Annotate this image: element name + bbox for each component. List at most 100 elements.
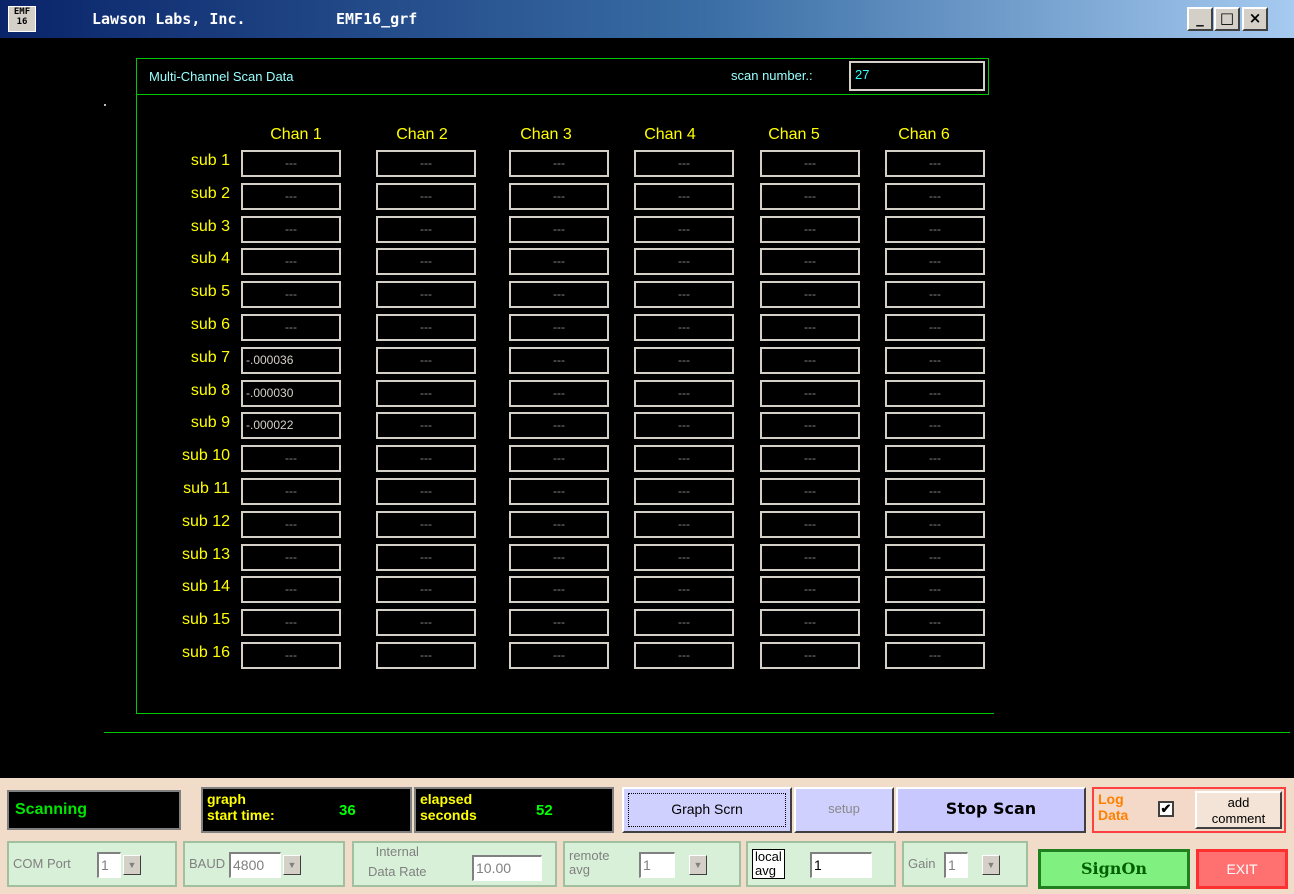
- value-cell-sub11-chan2[interactable]: ---: [376, 478, 476, 505]
- value-cell-sub3-chan6[interactable]: ---: [885, 216, 985, 243]
- value-cell-sub4-chan1[interactable]: ---: [241, 248, 341, 275]
- value-cell-sub6-chan3[interactable]: ---: [509, 314, 609, 341]
- value-cell-sub15-chan1[interactable]: ---: [241, 609, 341, 636]
- value-cell-sub12-chan1[interactable]: ---: [241, 511, 341, 538]
- value-cell-sub2-chan2[interactable]: ---: [376, 183, 476, 210]
- value-cell-sub12-chan5[interactable]: ---: [760, 511, 860, 538]
- signon-button[interactable]: SignOn: [1038, 849, 1190, 889]
- value-cell-sub16-chan1[interactable]: ---: [241, 642, 341, 669]
- value-cell-sub8-chan6[interactable]: ---: [885, 380, 985, 407]
- value-cell-sub1-chan3[interactable]: ---: [509, 150, 609, 177]
- value-cell-sub1-chan1[interactable]: ---: [241, 150, 341, 177]
- value-cell-sub6-chan1[interactable]: ---: [241, 314, 341, 341]
- value-cell-sub5-chan5[interactable]: ---: [760, 281, 860, 308]
- value-cell-sub15-chan3[interactable]: ---: [509, 609, 609, 636]
- value-cell-sub4-chan3[interactable]: ---: [509, 248, 609, 275]
- value-cell-sub2-chan6[interactable]: ---: [885, 183, 985, 210]
- value-cell-sub10-chan4[interactable]: ---: [634, 445, 734, 472]
- value-cell-sub16-chan4[interactable]: ---: [634, 642, 734, 669]
- value-cell-sub12-chan2[interactable]: ---: [376, 511, 476, 538]
- value-cell-sub11-chan1[interactable]: ---: [241, 478, 341, 505]
- value-cell-sub1-chan6[interactable]: ---: [885, 150, 985, 177]
- value-cell-sub11-chan4[interactable]: ---: [634, 478, 734, 505]
- value-cell-sub6-chan2[interactable]: ---: [376, 314, 476, 341]
- value-cell-sub11-chan5[interactable]: ---: [760, 478, 860, 505]
- value-cell-sub16-chan3[interactable]: ---: [509, 642, 609, 669]
- value-cell-sub6-chan5[interactable]: ---: [760, 314, 860, 341]
- value-cell-sub14-chan2[interactable]: ---: [376, 576, 476, 603]
- value-cell-sub8-chan1[interactable]: -.000030: [241, 380, 341, 407]
- value-cell-sub5-chan6[interactable]: ---: [885, 281, 985, 308]
- remote-avg-select[interactable]: 1: [639, 852, 675, 878]
- value-cell-sub3-chan4[interactable]: ---: [634, 216, 734, 243]
- value-cell-sub10-chan5[interactable]: ---: [760, 445, 860, 472]
- value-cell-sub14-chan5[interactable]: ---: [760, 576, 860, 603]
- data-rate-field[interactable]: 10.00: [472, 855, 542, 881]
- value-cell-sub9-chan4[interactable]: ---: [634, 412, 734, 439]
- value-cell-sub6-chan4[interactable]: ---: [634, 314, 734, 341]
- baud-dropdown-icon[interactable]: ▼: [283, 855, 301, 875]
- value-cell-sub16-chan6[interactable]: ---: [885, 642, 985, 669]
- value-cell-sub12-chan6[interactable]: ---: [885, 511, 985, 538]
- value-cell-sub9-chan2[interactable]: ---: [376, 412, 476, 439]
- maximize-button[interactable]: □: [1214, 7, 1240, 31]
- gain-dropdown-icon[interactable]: ▼: [982, 855, 1000, 875]
- value-cell-sub7-chan5[interactable]: ---: [760, 347, 860, 374]
- gain-select[interactable]: 1: [944, 852, 968, 878]
- graph-screen-button[interactable]: Graph Scrn: [622, 787, 792, 833]
- close-button[interactable]: ×: [1242, 7, 1268, 31]
- value-cell-sub10-chan3[interactable]: ---: [509, 445, 609, 472]
- value-cell-sub1-chan4[interactable]: ---: [634, 150, 734, 177]
- app-icon[interactable]: EMF 16: [8, 6, 36, 32]
- value-cell-sub2-chan3[interactable]: ---: [509, 183, 609, 210]
- value-cell-sub13-chan4[interactable]: ---: [634, 544, 734, 571]
- value-cell-sub14-chan3[interactable]: ---: [509, 576, 609, 603]
- value-cell-sub7-chan3[interactable]: ---: [509, 347, 609, 374]
- value-cell-sub7-chan6[interactable]: ---: [885, 347, 985, 374]
- remote-avg-dropdown-icon[interactable]: ▼: [689, 855, 707, 875]
- value-cell-sub6-chan6[interactable]: ---: [885, 314, 985, 341]
- value-cell-sub11-chan3[interactable]: ---: [509, 478, 609, 505]
- setup-button[interactable]: setup: [794, 787, 894, 833]
- exit-button[interactable]: EXIT: [1196, 849, 1288, 889]
- value-cell-sub8-chan3[interactable]: ---: [509, 380, 609, 407]
- value-cell-sub14-chan1[interactable]: ---: [241, 576, 341, 603]
- value-cell-sub12-chan4[interactable]: ---: [634, 511, 734, 538]
- com-port-select[interactable]: 1: [97, 852, 121, 878]
- value-cell-sub5-chan1[interactable]: ---: [241, 281, 341, 308]
- value-cell-sub13-chan1[interactable]: ---: [241, 544, 341, 571]
- value-cell-sub2-chan5[interactable]: ---: [760, 183, 860, 210]
- value-cell-sub13-chan5[interactable]: ---: [760, 544, 860, 571]
- value-cell-sub13-chan3[interactable]: ---: [509, 544, 609, 571]
- value-cell-sub15-chan2[interactable]: ---: [376, 609, 476, 636]
- value-cell-sub8-chan4[interactable]: ---: [634, 380, 734, 407]
- value-cell-sub15-chan6[interactable]: ---: [885, 609, 985, 636]
- value-cell-sub15-chan5[interactable]: ---: [760, 609, 860, 636]
- com-port-dropdown-icon[interactable]: ▼: [123, 855, 141, 875]
- value-cell-sub3-chan3[interactable]: ---: [509, 216, 609, 243]
- add-comment-button[interactable]: add comment: [1195, 791, 1282, 829]
- value-cell-sub5-chan3[interactable]: ---: [509, 281, 609, 308]
- value-cell-sub5-chan2[interactable]: ---: [376, 281, 476, 308]
- local-avg-field[interactable]: 1: [810, 852, 872, 878]
- value-cell-sub3-chan1[interactable]: ---: [241, 216, 341, 243]
- minimize-button[interactable]: _: [1187, 7, 1213, 31]
- value-cell-sub4-chan2[interactable]: ---: [376, 248, 476, 275]
- value-cell-sub9-chan6[interactable]: ---: [885, 412, 985, 439]
- scan-number-field[interactable]: 27: [849, 61, 985, 91]
- value-cell-sub1-chan5[interactable]: ---: [760, 150, 860, 177]
- value-cell-sub12-chan3[interactable]: ---: [509, 511, 609, 538]
- stop-scan-button[interactable]: Stop Scan: [896, 787, 1086, 833]
- log-data-checkbox[interactable]: ✔: [1158, 801, 1174, 817]
- value-cell-sub8-chan2[interactable]: ---: [376, 380, 476, 407]
- value-cell-sub7-chan1[interactable]: -.000036: [241, 347, 341, 374]
- value-cell-sub14-chan6[interactable]: ---: [885, 576, 985, 603]
- value-cell-sub2-chan1[interactable]: ---: [241, 183, 341, 210]
- value-cell-sub13-chan6[interactable]: ---: [885, 544, 985, 571]
- value-cell-sub4-chan4[interactable]: ---: [634, 248, 734, 275]
- baud-select[interactable]: 4800: [229, 852, 281, 878]
- value-cell-sub16-chan2[interactable]: ---: [376, 642, 476, 669]
- value-cell-sub9-chan3[interactable]: ---: [509, 412, 609, 439]
- value-cell-sub3-chan2[interactable]: ---: [376, 216, 476, 243]
- value-cell-sub16-chan5[interactable]: ---: [760, 642, 860, 669]
